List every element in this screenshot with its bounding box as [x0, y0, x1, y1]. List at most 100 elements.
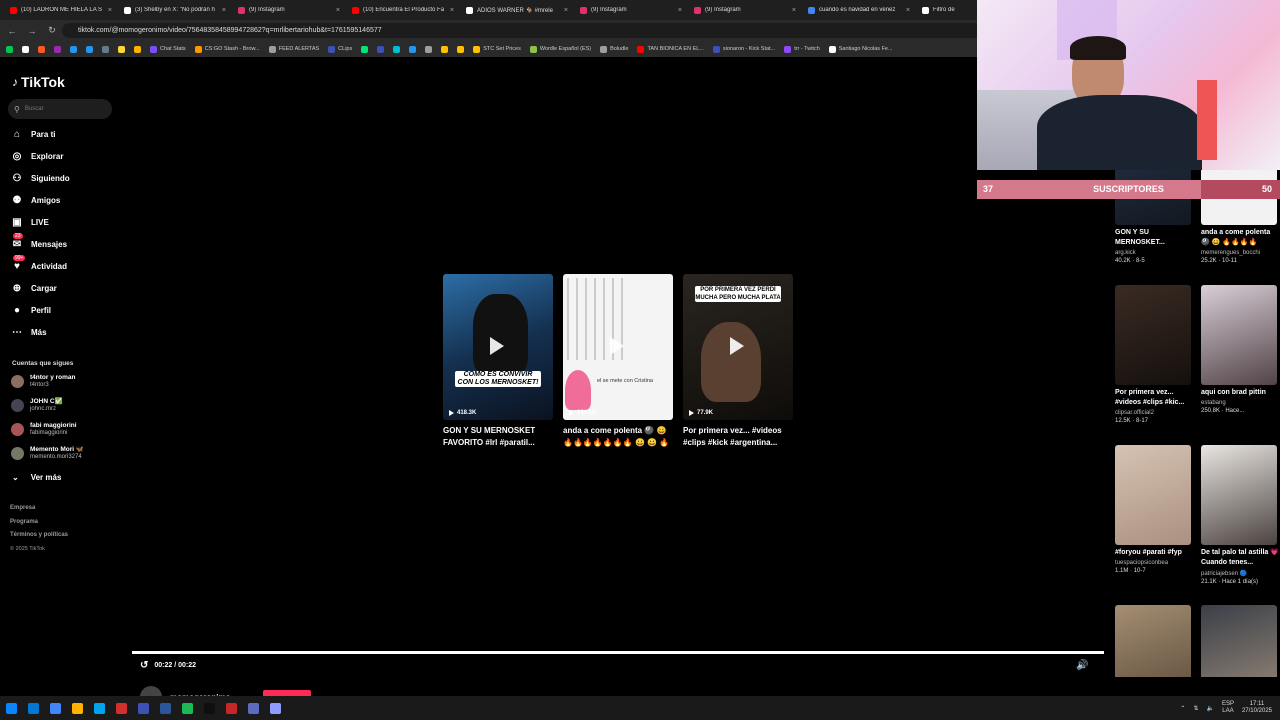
close-icon[interactable]: ×: [792, 7, 796, 14]
video-author[interactable]: clipsar.official2: [1115, 410, 1193, 416]
recommended-video-card[interactable]: De tal palo tal astilla 💗 Cuando tenes..…: [1201, 445, 1279, 585]
sidebar-item-explorar[interactable]: ◎ Explorar: [11, 147, 64, 165]
video-thumbnail[interactable]: el se mete con Cristina 134.6K: [563, 274, 673, 420]
bookmark-item[interactable]: [6, 45, 13, 53]
browser-tab[interactable]: (9) Instagram ×: [232, 0, 346, 20]
recommended-video-card[interactable]: [1201, 605, 1279, 677]
video-title[interactable]: De tal palo tal astilla 💗 Cuando tenes..…: [1201, 548, 1279, 568]
close-icon[interactable]: ×: [336, 7, 340, 14]
bookmark-item[interactable]: [38, 45, 45, 53]
sidebar-item-siguiendo[interactable]: ⚇ Siguiendo: [11, 169, 70, 187]
forward-icon[interactable]: →: [26, 26, 38, 36]
bookmark-item[interactable]: CS:GO Stash - Brow...: [194, 45, 260, 53]
followed-account[interactable]: fabi maggiorini fabimaggiorini: [11, 422, 77, 437]
browser-tab[interactable]: (9) Instagram ×: [688, 0, 802, 20]
bookmark-item[interactable]: [54, 45, 61, 53]
bookmark-item[interactable]: [22, 45, 29, 53]
close-icon[interactable]: ×: [222, 7, 226, 14]
video-thumbnail[interactable]: [1201, 285, 1277, 385]
followed-account[interactable]: JOHN C✅ johnc.mrz: [11, 398, 63, 413]
taskbar-app-icon[interactable]: [242, 696, 264, 720]
avatar[interactable]: [11, 375, 24, 388]
sidebar-item-cargar[interactable]: ⊕ Cargar: [11, 279, 57, 297]
video-title[interactable]: #foryou #parati #fyp: [1115, 548, 1193, 558]
bookmark-item[interactable]: [86, 45, 93, 53]
avatar[interactable]: [11, 399, 24, 412]
video-author[interactable]: estabang: [1201, 400, 1279, 406]
avatar[interactable]: [11, 447, 24, 460]
recommended-video-card[interactable]: #foryou #parati #fyp tuespaciopsiconbea 1.…: [1115, 445, 1193, 574]
bookmark-item[interactable]: Wordle Español (ES): [529, 45, 591, 53]
bookmark-item[interactable]: [393, 45, 401, 53]
close-icon[interactable]: ×: [108, 7, 112, 14]
taskbar-app-icon[interactable]: [44, 696, 66, 720]
video-thumbnail[interactable]: [1201, 445, 1277, 545]
browser-tab[interactable]: ADIOS WARNER 🐐 #mrele ×: [460, 0, 574, 20]
bookmark-item[interactable]: trr - Twitch: [784, 45, 820, 53]
video-thumbnail[interactable]: [1115, 445, 1191, 545]
bookmark-item[interactable]: [377, 45, 385, 53]
bookmark-item[interactable]: CLips: [328, 45, 352, 53]
taskbar-app-icon[interactable]: [66, 696, 88, 720]
bookmark-item[interactable]: STC Set Prices: [473, 45, 521, 53]
close-icon[interactable]: ×: [450, 7, 454, 14]
close-icon[interactable]: ×: [906, 7, 910, 14]
browser-tab[interactable]: (10) LADRÓN ME HIELA LA S ×: [4, 0, 118, 20]
browser-tab[interactable]: cuando es navidad en venez ×: [802, 0, 916, 20]
bookmark-item[interactable]: [457, 45, 465, 53]
sidebar-item-más[interactable]: ⋯ Más: [11, 323, 47, 341]
bookmark-item[interactable]: sionaron - Kick Stat...: [712, 45, 775, 53]
video-title[interactable]: anda a come polenta 🎱 😀 🔥🔥🔥🔥🔥🔥🔥 😀 😀 🔥 ..…: [563, 425, 673, 449]
video-author[interactable]: arg.kick: [1115, 250, 1193, 256]
followed-account[interactable]: Memento Mori 🦋 memento.mori3274: [11, 446, 84, 461]
windows-start-icon[interactable]: [0, 696, 22, 720]
bookmark-item[interactable]: [118, 45, 125, 53]
video-author[interactable]: tuespaciopsiconbea: [1115, 560, 1193, 566]
recommended-video-card[interactable]: aqui con brad pittin estabang 250.8K · Hac…: [1201, 285, 1279, 414]
footer-link[interactable]: Programa: [10, 519, 38, 525]
taskbar-app-icon[interactable]: [176, 696, 198, 720]
video-author[interactable]: memerengues_bocchi: [1201, 250, 1279, 256]
sidebar-item-para-ti[interactable]: ⌂ Para ti: [11, 125, 56, 143]
video-thumbnail[interactable]: POR PRIMERA VEZ PERDÍ MUCHA PERO MUCHA P…: [683, 274, 793, 420]
video-card[interactable]: POR PRIMERA VEZ PERDÍ MUCHA PERO MUCHA P…: [683, 274, 793, 449]
close-icon[interactable]: ×: [564, 7, 568, 14]
language-indicator[interactable]: ESP LAA: [1222, 701, 1234, 715]
replay-icon[interactable]: ↺: [140, 660, 148, 671]
bookmark-item[interactable]: Santiago Nicolas Fe...: [828, 45, 893, 53]
browser-tab[interactable]: (10) Encuentra El Producto Fa ×: [346, 0, 460, 20]
browser-tab[interactable]: (3) Shelby en X: "No podrán h ×: [118, 0, 232, 20]
followed-account[interactable]: t4ntor y roman t4ntor3: [11, 374, 76, 389]
bookmark-item[interactable]: Chat Stats: [150, 45, 186, 53]
bookmark-item[interactable]: [102, 45, 109, 53]
bookmark-item[interactable]: [441, 45, 449, 53]
video-thumbnail[interactable]: [1115, 285, 1191, 385]
footer-link[interactable]: Términos y políticas: [10, 532, 68, 538]
video-title[interactable]: Por primera vez... #videos #clips #kick …: [683, 425, 793, 449]
video-thumbnail[interactable]: COMO ES CONVIVIR CON LOS MERNOSKET! 418.…: [443, 274, 553, 420]
video-author[interactable]: patriciajebsen 🔵: [1201, 570, 1279, 577]
close-icon[interactable]: ×: [678, 7, 682, 14]
footer-link[interactable]: Empresa: [10, 505, 35, 511]
video-card[interactable]: el se mete con Cristina 134.6K anda a co…: [563, 274, 673, 449]
clock[interactable]: 17:11 27/10/2025: [1242, 701, 1272, 715]
video-title[interactable]: GON Y SU MERNOSKET...: [1115, 228, 1193, 248]
recommended-video-card[interactable]: [1115, 605, 1193, 677]
see-more-button[interactable]: ⌄ Ver más: [12, 473, 61, 482]
search-input[interactable]: ⚲ Buscar: [8, 99, 112, 119]
video-thumbnail[interactable]: [1115, 605, 1191, 677]
taskbar-app-icon[interactable]: [110, 696, 132, 720]
taskbar-app-icon[interactable]: [154, 696, 176, 720]
video-title[interactable]: Por primera vez... #videos #clips #kic..…: [1115, 388, 1193, 408]
volume-icon[interactable]: 🔊: [1076, 660, 1088, 671]
bookmark-item[interactable]: Boludle: [600, 45, 628, 53]
video-title[interactable]: anda a come polenta 🎱 😀 🔥🔥🔥🔥: [1201, 228, 1279, 248]
network-icon[interactable]: ⇅: [1193, 705, 1198, 712]
back-icon[interactable]: ←: [6, 26, 18, 36]
taskbar-app-icon[interactable]: [132, 696, 154, 720]
video-thumbnail[interactable]: [1201, 605, 1277, 677]
taskbar-app-icon[interactable]: [264, 696, 286, 720]
recommended-video-card[interactable]: Por primera vez... #videos #clips #kic..…: [1115, 285, 1193, 424]
reload-icon[interactable]: ↻: [46, 25, 58, 36]
address-bar[interactable]: tiktok.com/@momogeronimo/video/756483584…: [62, 23, 982, 38]
